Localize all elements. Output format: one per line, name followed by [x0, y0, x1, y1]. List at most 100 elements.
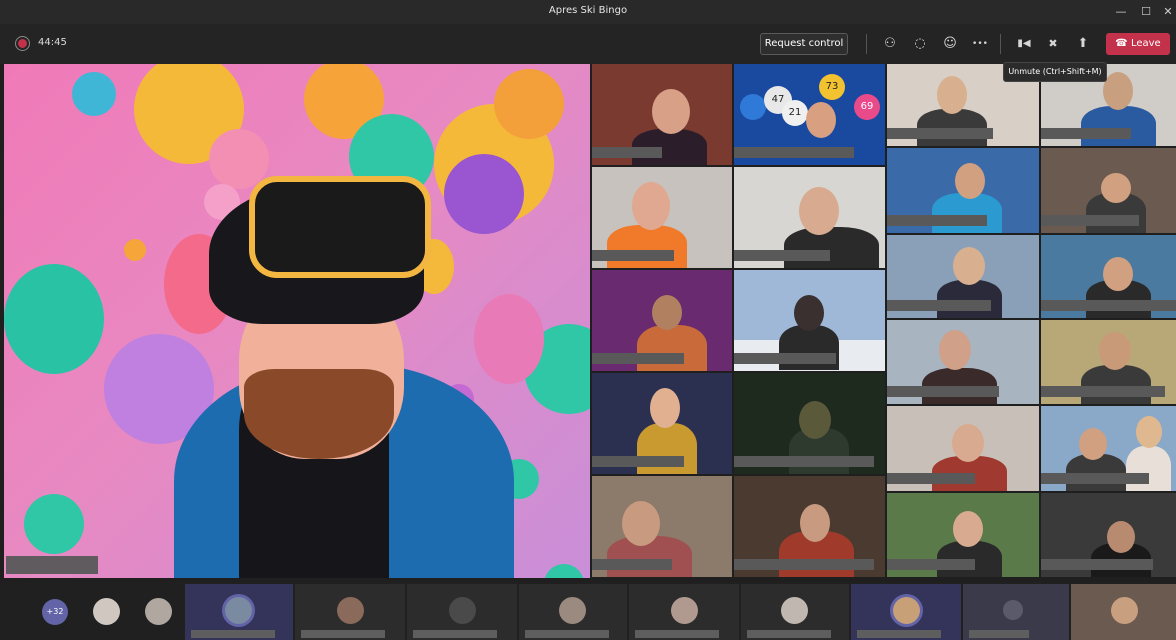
participant-tile[interactable] — [1041, 320, 1176, 404]
participant-head — [794, 295, 824, 331]
participant-head — [952, 424, 984, 462]
avatar — [781, 597, 808, 624]
participant-head — [953, 247, 985, 285]
strip-participant-slot[interactable] — [741, 584, 849, 640]
strip-participant-slot[interactable] — [295, 584, 405, 640]
participant-tile[interactable] — [592, 64, 732, 165]
participant-tile[interactable] — [1041, 235, 1176, 318]
people-icon[interactable]: ⚇ — [879, 34, 901, 54]
avatar — [893, 597, 920, 624]
participant-head — [1107, 521, 1135, 553]
participant-name-label — [887, 215, 987, 226]
background-orb — [72, 72, 116, 116]
background-orb — [4, 264, 104, 374]
more-options-icon[interactable]: ••• — [969, 34, 991, 54]
meeting-timer: 44:45 — [38, 37, 67, 48]
main-speaker-video[interactable] — [4, 64, 590, 578]
strip-participant-slot[interactable] — [851, 584, 961, 640]
participant-name-label — [734, 250, 830, 261]
toolbar-divider — [866, 34, 867, 54]
camera-icon[interactable]: ▮◀ — [1013, 34, 1035, 54]
chat-icon[interactable]: ◌ — [909, 34, 931, 54]
bingo-ball-icon: 69 — [854, 94, 880, 120]
participant-tile[interactable]: 47 73 21 69 — [734, 64, 885, 165]
participant-tile[interactable] — [1041, 406, 1176, 491]
participant-head — [953, 511, 983, 547]
participant-name-label — [592, 559, 672, 570]
strip-participant-slot[interactable] — [963, 584, 1069, 640]
participant-name-label — [191, 630, 275, 638]
participant-body — [637, 325, 707, 371]
participant-tile[interactable] — [592, 167, 732, 268]
background-orb — [209, 129, 269, 189]
participant-tile[interactable] — [1041, 148, 1176, 233]
avatar[interactable] — [145, 598, 172, 625]
microphone-muted-icon[interactable]: ✖ — [1042, 34, 1064, 54]
maximize-icon[interactable]: ☐ — [1135, 3, 1157, 21]
participant-name-label — [592, 353, 684, 364]
bingo-ball-icon — [740, 94, 766, 120]
participant-body — [1081, 106, 1156, 146]
participant-name-label — [887, 128, 993, 139]
strip-participant-slot[interactable] — [519, 584, 627, 640]
participant-name-label — [301, 630, 385, 638]
participant-head — [652, 295, 682, 330]
participant-head — [622, 501, 660, 546]
participant-head — [1136, 416, 1162, 448]
participant-tile[interactable] — [887, 406, 1039, 491]
participant-tile[interactable] — [887, 235, 1039, 318]
avatar[interactable] — [93, 598, 120, 625]
participant-name-label — [592, 147, 662, 158]
phone-icon: ☎ — [1115, 38, 1128, 49]
title-bar: Apres Ski Bingo — ☐ ✕ — [0, 0, 1176, 24]
strip-participant-slot[interactable] — [185, 584, 293, 640]
participant-tile[interactable] — [734, 373, 885, 474]
background-orb — [444, 154, 524, 234]
share-screen-icon[interactable]: ⬆ — [1072, 34, 1094, 54]
participant-body — [932, 193, 1002, 233]
avatar — [559, 597, 586, 624]
strip-participant-slot[interactable] — [629, 584, 739, 640]
ski-goggles-icon — [249, 176, 431, 278]
participant-name-label — [592, 456, 684, 467]
participant-tile[interactable] — [1041, 493, 1176, 577]
close-icon[interactable]: ✕ — [1157, 3, 1176, 21]
avatar — [225, 597, 252, 624]
reactions-icon[interactable]: ☺ — [939, 34, 961, 54]
participant-tile[interactable] — [592, 476, 732, 577]
participant-head — [1101, 173, 1131, 203]
participant-tile[interactable] — [734, 270, 885, 371]
avatar — [449, 597, 476, 624]
avatar — [337, 597, 364, 624]
participant-tile[interactable] — [887, 148, 1039, 233]
participant-head — [937, 76, 967, 114]
mic-tooltip: Unmute (Ctrl+Shift+M) — [1003, 62, 1107, 82]
request-control-button[interactable]: Request control — [760, 33, 848, 55]
participant-head — [632, 182, 670, 230]
participant-head — [650, 388, 680, 428]
participant-tile[interactable] — [887, 493, 1039, 577]
participant-head — [799, 401, 831, 439]
participant-name-label — [734, 353, 836, 364]
participant-head — [799, 187, 839, 235]
background-orb — [474, 294, 544, 384]
meeting-toolbar: 44:45 Request control ⚇ ◌ ☺ ••• ▮◀ ✖ ⬆ ☎… — [0, 24, 1176, 64]
participant-name-label — [734, 559, 874, 570]
participant-name-label — [734, 456, 874, 467]
strip-participant-slot[interactable] — [407, 584, 517, 640]
participant-name-label — [1041, 473, 1149, 484]
participant-name-label — [1041, 215, 1139, 226]
participant-tile[interactable] — [592, 373, 732, 474]
participant-head — [1103, 257, 1133, 291]
participant-tile[interactable] — [734, 167, 885, 268]
participant-tile[interactable] — [592, 270, 732, 371]
participant-name-label — [734, 147, 854, 158]
strip-participant-slot[interactable] — [1071, 584, 1176, 640]
toolbar-divider — [1000, 34, 1001, 54]
leave-button[interactable]: ☎ Leave — [1106, 33, 1170, 55]
overflow-participants-badge[interactable]: +32 — [42, 599, 68, 625]
participant-tile[interactable] — [734, 476, 885, 577]
minimize-icon[interactable]: — — [1110, 3, 1132, 21]
participant-tile[interactable] — [887, 320, 1039, 404]
participant-head — [1103, 72, 1133, 110]
